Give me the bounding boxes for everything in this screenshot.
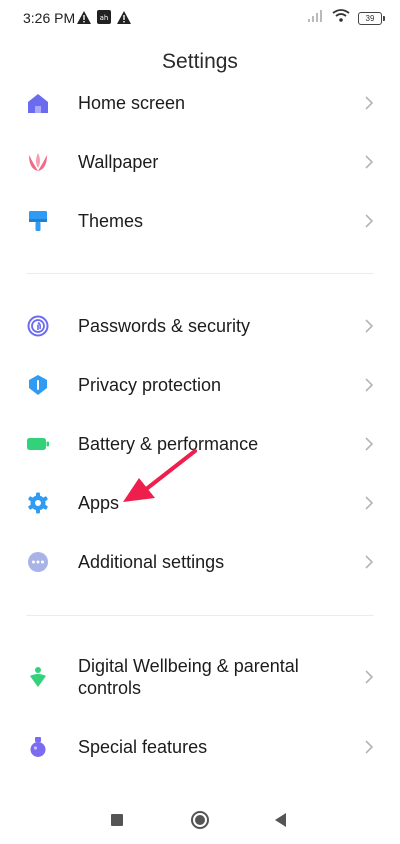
settings-item-label: Additional settings <box>78 552 225 572</box>
settings-item-label: Special features <box>78 737 208 757</box>
settings-item-themes[interactable]: Themes <box>0 192 400 250</box>
battery-indicator: 39 <box>358 11 385 25</box>
settings-item-label: Privacy protection <box>78 375 222 395</box>
settings-item-home-screen[interactable]: Home screen <box>0 74 400 132</box>
settings-item-privacy-protection[interactable]: Privacy protection <box>0 356 400 414</box>
signal-icon <box>308 9 324 27</box>
gear-icon <box>26 491 50 515</box>
back-button[interactable] <box>271 810 291 830</box>
chevron-right-icon <box>365 496 374 510</box>
home-icon <box>26 91 50 115</box>
chevron-right-icon <box>365 96 374 110</box>
settings-item-battery-performance[interactable]: Battery & performance <box>0 415 400 473</box>
tulip-icon <box>26 150 50 174</box>
chevron-right-icon <box>365 214 374 228</box>
chevron-right-icon <box>365 740 374 754</box>
warning-icon <box>77 10 91 29</box>
settings-item-label: Home screen <box>78 93 186 113</box>
chevron-right-icon <box>365 155 374 169</box>
wellbeing-icon <box>26 665 50 689</box>
settings-item-special-features[interactable]: Special features <box>0 718 400 776</box>
circle-icon <box>191 811 209 829</box>
settings-item-label: Digital Wellbeing & parental controls <box>78 656 299 698</box>
settings-item-passwords-security[interactable]: Passwords & security <box>0 297 400 355</box>
app-icon: ah <box>97 10 111 29</box>
chevron-right-icon <box>365 319 374 333</box>
chevron-right-icon <box>365 378 374 392</box>
page-title: Settings <box>162 50 238 73</box>
chevron-right-icon <box>365 555 374 569</box>
section-divider <box>26 273 374 274</box>
brush-icon <box>26 209 50 233</box>
annotation-arrow-icon <box>123 449 197 502</box>
settings-item-additional-settings[interactable]: Additional settings <box>0 533 400 591</box>
more-dots-icon <box>26 550 50 574</box>
warning-icon <box>117 10 131 29</box>
svg-text:ah: ah <box>100 14 109 22</box>
settings-item-digital-wellbeing[interactable]: Digital Wellbeing & parental controls <box>0 648 400 706</box>
settings-item-apps[interactable]: Apps <box>0 474 400 532</box>
status-bar: 3:26 PM ah 39 <box>0 0 400 36</box>
chevron-right-icon <box>365 670 374 684</box>
square-icon <box>111 814 123 826</box>
wifi-icon <box>332 9 350 27</box>
chevron-right-icon <box>365 437 374 451</box>
status-time: 3:26 PM <box>23 10 76 26</box>
settings-item-wallpaper[interactable]: Wallpaper <box>0 133 400 191</box>
fingerprint-icon <box>26 314 50 338</box>
potion-icon <box>26 735 50 759</box>
settings-item-label: Themes <box>78 211 144 231</box>
triangle-back-icon <box>275 813 286 827</box>
section-divider <box>26 615 374 616</box>
settings-item-label: Wallpaper <box>78 152 159 172</box>
home-button[interactable] <box>190 810 210 830</box>
settings-item-label: Passwords & security <box>78 316 251 336</box>
shield-icon <box>26 373 50 397</box>
navigation-bar <box>0 800 400 840</box>
recents-button[interactable] <box>107 810 127 830</box>
battery-icon <box>26 432 50 456</box>
